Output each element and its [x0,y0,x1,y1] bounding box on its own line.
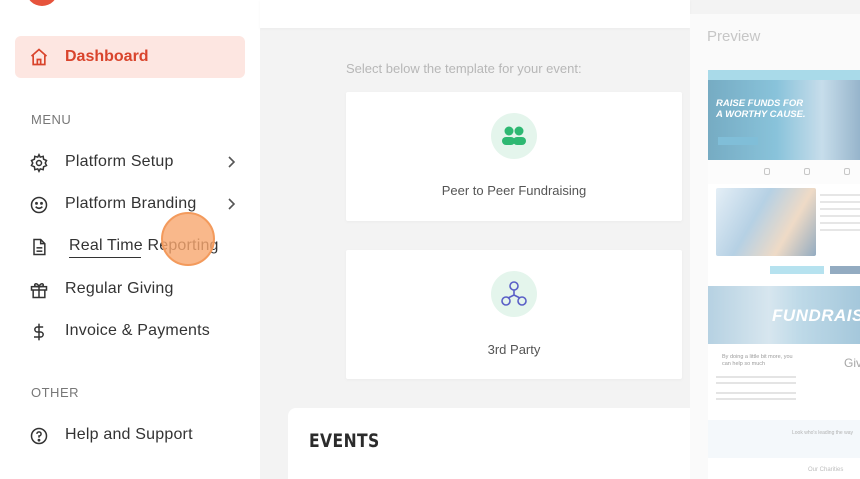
preview-leaderboard-text: Look who's leading the way [792,430,853,436]
other-heading: OTHER [31,385,79,400]
preview-thumbnail[interactable]: RAISE FUNDS FOR A WORTHY CAUSE. FUNDRAIS… [708,70,860,479]
document-icon [33,238,46,256]
sidebar-item-invoice-payments[interactable]: Invoice & Payments [15,314,245,348]
preview-give-text: Giv [844,356,860,370]
events-card: EVENTS [288,408,708,479]
home-icon [30,48,48,66]
preview-button [770,266,824,274]
preview-button [830,266,860,274]
sidebar-item-label: Dashboard [65,48,149,65]
sidebar-item-label: Invoice & Payments [65,322,210,339]
events-title: EVENTS [309,430,380,452]
top-bar [260,0,690,28]
template-label: Peer to Peer Fundraising [441,183,587,198]
cursor-highlight [161,212,215,266]
sidebar-item-platform-setup[interactable]: Platform Setup [15,145,245,179]
sidebar-item-label: Platform Branding [65,195,197,212]
template-select-hint: Select below the template for your event… [346,61,582,76]
preview-text-line [716,382,796,384]
sidebar-item-regular-giving[interactable]: Regular Giving [15,272,245,306]
preview-leaderboard [708,420,860,458]
preview-text-line [716,398,796,400]
sidebar: Dashboard MENU Platform Setup Platform B… [0,0,260,479]
preview-title: Preview [707,28,761,45]
hover-underline [69,257,141,258]
template-label: 3rd Party [487,342,541,357]
preview-band-text: FUNDRAIS [772,306,860,325]
sidebar-item-label: Regular Giving [65,280,174,297]
preview-hero-text: RAISE FUNDS FOR A WORTHY CAUSE. [716,98,806,120]
help-circle-icon [30,427,48,445]
preview-team-photo [716,188,816,256]
preview-footer-text: Our Charities [808,467,844,473]
people-icon [502,126,526,145]
gear-icon [30,153,48,173]
logo[interactable] [26,0,58,6]
sidebar-item-platform-branding[interactable]: Platform Branding [15,187,245,221]
preview-text-line [716,392,796,394]
template-icon-badge [491,113,537,159]
menu-heading: MENU [31,112,72,127]
chevron-right-icon [228,198,236,210]
dollar-icon [34,323,44,341]
preview-text-line [716,376,796,378]
template-icon-badge [491,271,537,317]
preview-panel: Preview RAISE FUNDS FOR A WORTHY CAUSE. … [690,14,860,479]
sidebar-item-dashboard[interactable]: Dashboard [15,36,245,78]
network-icon [501,281,527,306]
sidebar-item-label: Platform Setup [65,153,174,170]
template-card-peer-to-peer[interactable]: Peer to Peer Fundraising [346,92,682,221]
preview-hero-button [718,137,758,145]
sidebar-item-label: Help and Support [65,426,193,443]
template-card-3rd-party[interactable]: 3rd Party [346,250,682,379]
smiley-icon [30,196,48,214]
preview-body-text: By doing a little bit more, you can help… [722,354,793,367]
preview-nav-strip [708,70,860,80]
chevron-right-icon [228,156,236,168]
preview-icon-row [708,160,860,184]
gift-icon [30,283,48,299]
sidebar-item-help-support[interactable]: Help and Support [15,418,245,452]
preview-text-lines [820,194,860,254]
